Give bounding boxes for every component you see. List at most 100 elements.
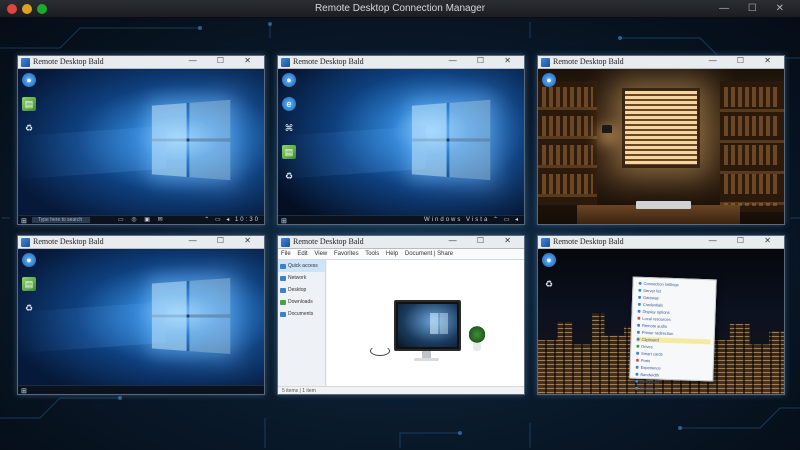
desktop-icons: ● ▤ ♻ [22,253,42,325]
session-title: Remote Desktop Bald [33,237,104,246]
nav-item[interactable]: Downloads [278,296,325,308]
session-window-4[interactable]: Remote Desktop Bald — ☐ ✕ ● ▤ ♻ ⊞ [17,235,265,395]
file-explorer-view[interactable]: File Edit View Favorites Tools Help Docu… [278,249,524,394]
terminal-icon[interactable]: ⌘ [282,121,296,135]
app-title: Remote Desktop Connection Manager [314,3,486,14]
session-title: Remote Desktop Bald [293,237,364,246]
nav-item[interactable]: Documents [278,308,325,320]
explorer-toolbar: File Edit View Favorites Tools Help Docu… [278,249,524,260]
session-window-6[interactable]: Remote Desktop Bald — ☐ ✕ ● ♻ Connection… [537,235,785,395]
session-window-controls[interactable]: — ☐ ✕ [709,56,780,65]
keyboard [636,200,691,209]
edge-icon[interactable]: e [282,97,296,111]
windows-logo-wallpaper [411,99,490,181]
session-window-2[interactable]: Remote Desktop Bald — ☐ ✕ ● e ⌘ ▤ ♻ ⊞ Wi… [277,55,525,225]
explorer-nav-pane: Quick access Network Desktop Downloads D… [278,260,326,386]
session-window-3[interactable]: Remote Desktop Bald — ☐ ✕ ● [537,55,785,225]
notes-window[interactable]: Connection settings Server list Gateway … [629,276,717,392]
recycle-bin-icon[interactable]: ♻ [282,169,296,183]
start-icon[interactable]: ⊞ [21,387,27,394]
monitor-stand [421,350,432,359]
recycle-bin-icon[interactable]: ♻ [22,301,36,315]
menu-tools[interactable]: Tools [365,251,379,257]
session-window-5[interactable]: Remote Desktop Bald — ☐ ✕ File Edit View… [277,235,525,395]
rdp-app-icon [281,238,290,247]
desk-lamp [601,124,612,133]
window-blinds [621,87,701,169]
globe-icon[interactable]: ● [22,253,36,267]
rdp-app-icon [541,58,550,67]
session-titlebar[interactable]: Remote Desktop Bald — ☐ ✕ [278,236,524,249]
folder-icon[interactable]: ▤ [282,145,296,159]
session-window-controls[interactable]: — ☐ ✕ [189,236,260,245]
windows-logo-wallpaper [151,99,230,181]
session-titlebar[interactable]: Remote Desktop Bald — ☐ ✕ [278,56,524,69]
recycle-bin-icon[interactable]: ♻ [22,121,36,135]
rdp-app-icon [281,58,290,67]
session-title: Remote Desktop Bald [293,57,364,66]
toolbar-right-actions[interactable]: Document | Share [405,251,453,257]
windows-logo-wallpaper [151,277,230,354]
session-titlebar[interactable]: Remote Desktop Bald — ☐ ✕ [18,56,264,69]
session-titlebar[interactable]: Remote Desktop Bald — ☐ ✕ [538,56,784,69]
remote-desktop-view[interactable]: ● ▤ ♻ ⊞ Type here to search ▭ ◎ ▣ ✉ ⌃ ▭ … [18,69,264,224]
plant-image [468,325,485,351]
desktop-icons: ● ▤ ♻ [22,73,42,145]
start-icon[interactable]: ⊞ [281,217,287,224]
folder-icon[interactable]: ▤ [22,97,36,111]
explorer-content[interactable] [327,260,524,386]
remote-desktop-view[interactable]: ● ▤ ♻ ⊞ [18,249,264,394]
nav-item[interactable]: Quick access [278,260,325,272]
globe-icon[interactable]: ● [542,73,556,87]
nav-item[interactable]: Desktop [278,284,325,296]
menu-view[interactable]: View [314,251,327,257]
menu-favorites[interactable]: Favorites [334,251,359,257]
menu-help[interactable]: Help [386,251,398,257]
taskbar: ⊞ Type here to search ▭ ◎ ▣ ✉ ⌃ ▭ ◂ 10:3… [18,215,264,224]
rdp-app-icon [541,238,550,247]
globe-icon[interactable]: ● [542,253,556,267]
app-window-controls[interactable]: — ☐ ✕ [719,3,792,14]
taskbar: ⊞ Windows Vista ⌃ ▭ ◂ [278,215,524,224]
plant-pot [472,342,481,351]
globe-icon[interactable]: ● [282,73,296,87]
session-titlebar[interactable]: Remote Desktop Bald — ☐ ✕ [18,236,264,249]
session-title: Remote Desktop Bald [553,237,624,246]
rdp-app-icon [21,58,30,67]
menu-file[interactable]: File [281,251,291,257]
session-window-controls[interactable]: — ☐ ✕ [709,236,780,245]
bookshelf-left [538,81,598,206]
session-window-controls[interactable]: — ☐ ✕ [449,56,520,65]
session-window-1[interactable]: Remote Desktop Bald — ☐ ✕ ● ▤ ♻ ⊞ Type h… [17,55,265,225]
cable [370,345,391,356]
monitor-screen [397,304,457,347]
remote-desktop-view[interactable]: ● [538,69,784,224]
rdp-app-icon [21,238,30,247]
remote-desktop-view[interactable]: ● e ⌘ ▤ ♻ ⊞ Windows Vista ⌃ ▭ ◂ [278,69,524,224]
session-titlebar[interactable]: Remote Desktop Bald — ☐ ✕ [538,236,784,249]
start-icon[interactable]: ⊞ [21,217,27,224]
monitor-image [393,300,461,351]
desktop-icons: ● ♻ [542,253,562,301]
session-window-controls[interactable]: — ☐ ✕ [449,236,520,245]
remote-desktop-view[interactable]: ● ♻ Connection settings Server list Gate… [538,249,784,394]
app-titlebar: Remote Desktop Connection Manager — ☐ ✕ [0,0,800,18]
explorer-status-bar: 5 items | 1 item [278,386,524,394]
taskbar-search-input[interactable]: Type here to search [32,217,90,223]
desktop-icons: ● [542,73,562,97]
menu-edit[interactable]: Edit [297,251,307,257]
plant-leaves [468,325,485,344]
bookshelf-right [720,81,784,212]
session-title: Remote Desktop Bald [33,57,104,66]
folder-icon[interactable]: ▤ [22,277,36,291]
system-tray[interactable]: Windows Vista ⌃ ▭ ◂ [424,216,520,223]
taskbar-pinned-icons[interactable]: ▭ ◎ ▣ ✉ [118,216,166,223]
desktop-icons: ● e ⌘ ▤ ♻ [282,73,302,193]
recycle-bin-icon[interactable]: ♻ [542,277,556,291]
monitor-base [413,358,440,361]
globe-icon[interactable]: ● [22,73,36,87]
nav-item[interactable]: Network [278,272,325,284]
system-tray[interactable]: ⌃ ▭ ◂ 10:30 [204,216,260,223]
session-window-controls[interactable]: — ☐ ✕ [189,56,260,65]
taskbar: ⊞ [18,385,264,394]
